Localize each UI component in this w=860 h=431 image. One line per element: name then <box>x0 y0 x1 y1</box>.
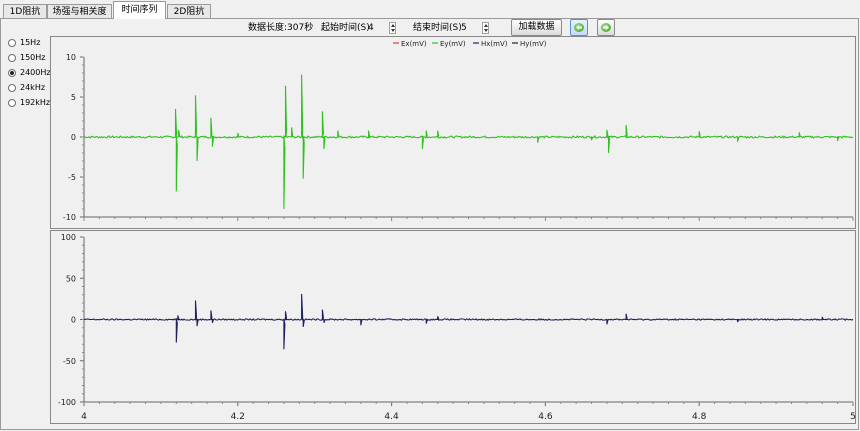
legend-label: Hy(mV) <box>520 40 547 48</box>
y-tick-label: 10 <box>66 53 76 62</box>
time-series-charts: Ex(mV) Ey(mV) Hx(mV) Hy(mV) 1050-5-10 10050… <box>58 40 856 422</box>
e-field-chart: 10 5 0 -5 -10 <box>63 53 854 222</box>
legend-label: Hx(mV) <box>481 40 508 48</box>
x-tick-label: 4.6 <box>538 412 553 422</box>
x-tick-label: 4.4 <box>384 412 399 422</box>
y-tick-label: 0 <box>71 133 76 142</box>
y-tick-label: 5 <box>71 93 76 102</box>
chart-legend: Ex(mV) Ey(mV) Hx(mV) Hy(mV) <box>393 40 547 48</box>
y-tick-label: -10 <box>63 213 76 222</box>
h-field-chart: 100 50 0 -50 -100 4 4.2 4.4 4.6 4.8 5 <box>58 233 856 422</box>
series-line <box>83 74 854 210</box>
y-tick-label: -5 <box>68 173 76 182</box>
x-tick-label: 4 <box>81 412 87 422</box>
y-tick-label: -50 <box>63 357 76 366</box>
y-tick-label: 100 <box>61 233 76 242</box>
x-tick-label: 4.2 <box>231 412 245 422</box>
y-tick-label: 0 <box>71 316 76 325</box>
tab-time-series[interactable]: 时间序列 <box>113 1 166 19</box>
y-tick-label: -100 <box>58 398 76 407</box>
legend-label: Ey(mV) <box>440 40 466 48</box>
x-tick-label: 4.8 <box>692 412 707 422</box>
y-tick-label: 50 <box>66 274 76 283</box>
legend-label: Ex(mV) <box>401 40 427 48</box>
x-tick-label: 5 <box>850 412 856 422</box>
series-line <box>83 293 854 350</box>
